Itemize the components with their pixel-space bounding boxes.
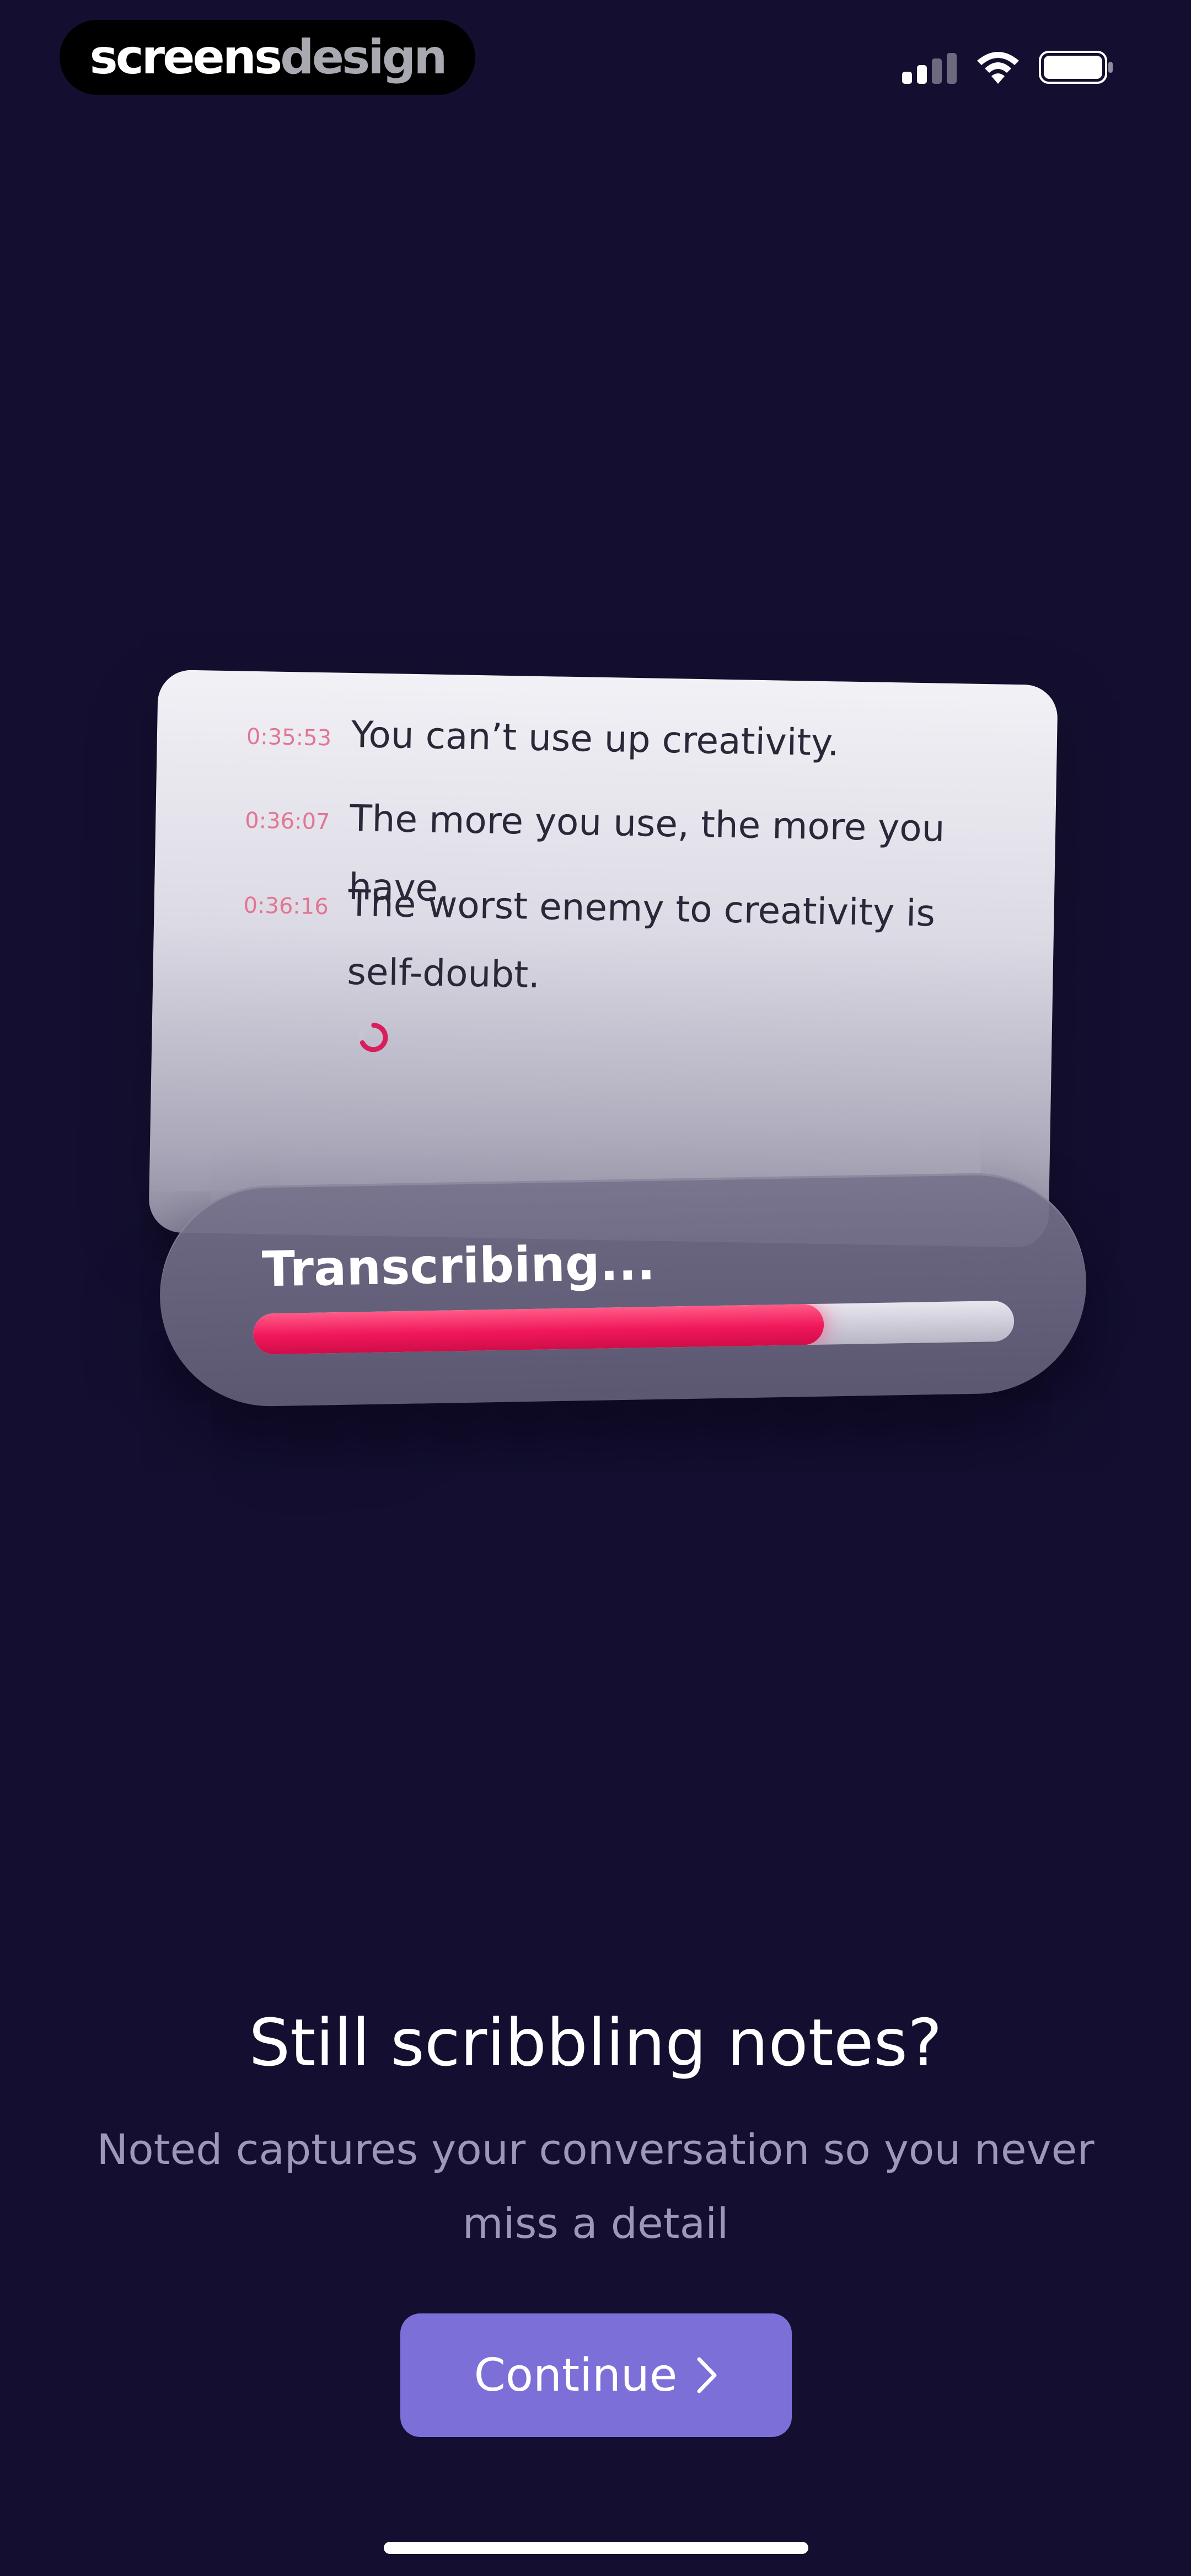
onboarding-screen: screensdesign 0:35:53 You can’t use up c… xyxy=(0,0,1191,2576)
transcript-line: 0:35:53 You can’t use up creativity. xyxy=(158,697,1058,764)
transcription-progress-bar xyxy=(253,1300,1015,1355)
transcribing-status-pill: Transcribing... xyxy=(158,1171,1088,1408)
transcript-timestamp: 0:36:07 xyxy=(244,808,330,835)
onboarding-subline: Noted captures your conversation so you … xyxy=(96,2125,1095,2248)
chevron-right-icon xyxy=(697,2357,717,2393)
transcript-card: 0:35:53 You can’t use up creativity. 0:3… xyxy=(148,669,1058,1248)
onboarding-headline: Still scribbling notes? xyxy=(249,2005,942,2081)
spinner-icon xyxy=(358,1023,388,1052)
transcript-text: The worst enemy to creativity is self-do… xyxy=(346,881,936,996)
continue-button-label: Continue xyxy=(474,2349,678,2402)
brand-watermark: screensdesign xyxy=(60,20,475,95)
battery-icon xyxy=(1039,51,1113,84)
brand-logo-part2: design xyxy=(280,30,447,85)
brand-logo: screensdesign xyxy=(90,34,448,81)
transcript-text: You can’t use up creativity. xyxy=(351,713,840,765)
brand-logo-part1: screens xyxy=(89,30,283,85)
cellular-signal-icon xyxy=(902,53,957,84)
wifi-icon xyxy=(977,52,1019,84)
transcript-timestamp: 0:35:53 xyxy=(246,724,332,751)
continue-button[interactable]: Continue xyxy=(400,2313,792,2437)
transcribing-label: Transcribing... xyxy=(261,1233,656,1298)
home-indicator[interactable] xyxy=(384,2542,808,2554)
transcript-line: 0:36:07 The more you use, the more you h… xyxy=(156,781,1056,910)
transcript-timestamp: 0:36:16 xyxy=(243,892,329,920)
transcription-progress-fill xyxy=(253,1303,824,1355)
